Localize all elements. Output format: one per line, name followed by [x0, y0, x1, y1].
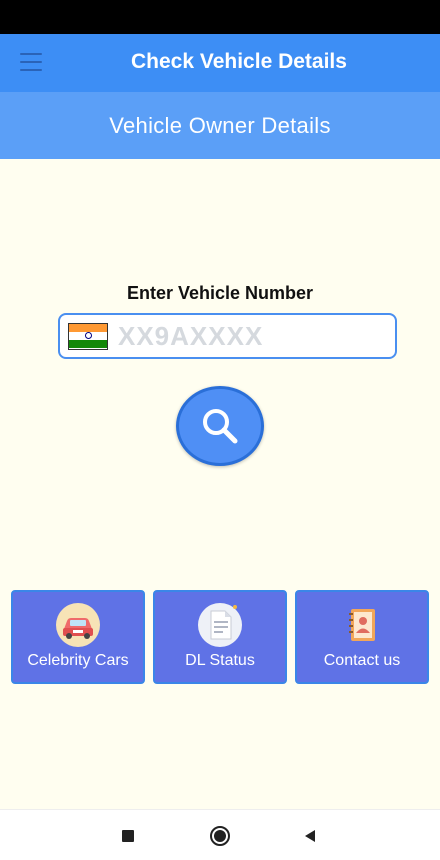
status-bar [0, 0, 440, 34]
circle-home-icon[interactable] [208, 824, 232, 848]
square-icon[interactable] [116, 824, 140, 848]
hamburger-menu-icon[interactable] [20, 53, 42, 71]
card-label: DL Status [185, 652, 255, 669]
feature-cards: Celebrity Cars DL Status Contact us [11, 590, 429, 684]
car-icon [55, 602, 101, 648]
system-nav-bar [0, 809, 440, 860]
app-title: Check Vehicle Details [131, 50, 347, 73]
dl-status-card[interactable]: DL Status [153, 590, 287, 684]
triangle-back-icon[interactable] [298, 824, 322, 848]
vehicle-number-label: Enter Vehicle Number [126, 283, 314, 303]
contact-us-card[interactable]: Contact us [295, 590, 429, 684]
app-bar: Check Vehicle Details [0, 34, 440, 92]
card-label: Contact us [323, 652, 401, 669]
main-content: Enter Vehicle Number XX9AXXXX Celebrity … [0, 159, 440, 809]
vehicle-number-field[interactable] [58, 313, 397, 359]
sub-header: Vehicle Owner Details [0, 92, 440, 159]
celebrity-cars-card[interactable]: Celebrity Cars [11, 590, 145, 684]
vehicle-number-input[interactable] [118, 320, 388, 352]
india-flag-icon [68, 322, 108, 350]
card-label: Celebrity Cars [27, 652, 129, 669]
contact-book-icon [339, 602, 385, 648]
search-button[interactable] [176, 386, 264, 466]
magnifier-icon [203, 409, 238, 444]
document-icon [197, 602, 243, 648]
page-title: Vehicle Owner Details [109, 112, 331, 138]
